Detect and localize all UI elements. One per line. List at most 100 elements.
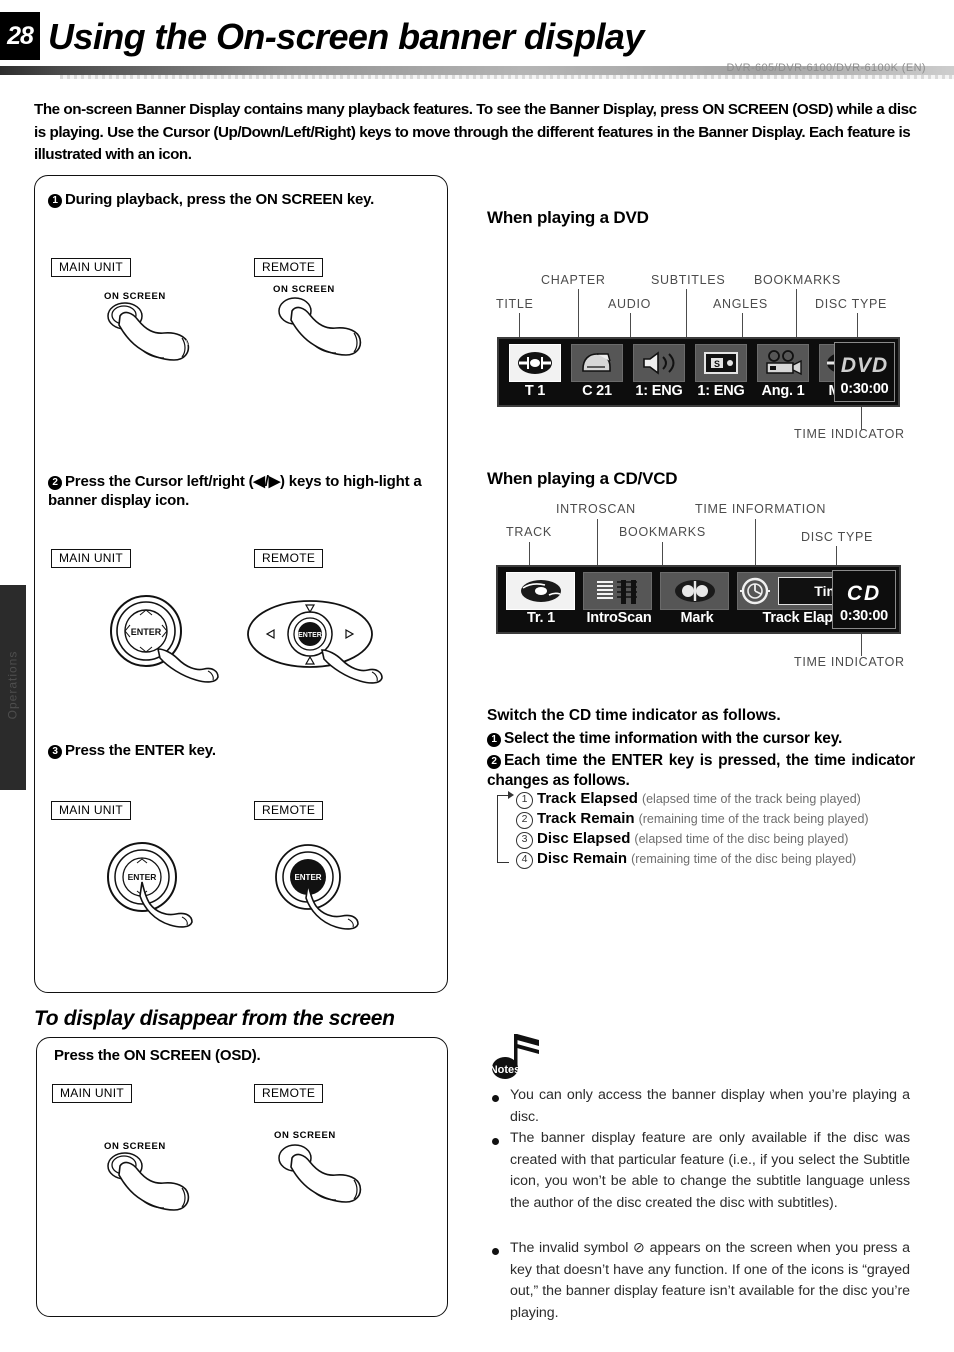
cd-value-introscan: IntroScan [586, 610, 652, 626]
disappear-main-unit-illustration [107, 1152, 190, 1211]
dvd-time-indicator-label: TIME INDICATOR [794, 427, 905, 441]
cd-icon-introscan[interactable] [583, 572, 652, 610]
dvd-value-subtitles: 1: ENG [697, 383, 745, 399]
cd-icon-bookmarks[interactable] [660, 572, 729, 610]
cd-leader-introscan [597, 519, 599, 566]
cycle-item-2: 2 Track Remain (remaining time of the tra… [516, 809, 869, 829]
cd-callout-time-information: TIME INFORMATION [695, 502, 827, 516]
dvd-section-heading: When playing a DVD [487, 208, 649, 227]
cd-callout-track: TRACK [506, 525, 552, 539]
side-tab-label: Operations [5, 650, 20, 720]
cd-callout-introscan: INTROSCAN [556, 502, 636, 516]
dvd-value-title: T 1 [524, 383, 546, 399]
cd-callout-disc-type: DISC TYPE [801, 530, 874, 544]
cd-leader-time-information [755, 519, 757, 566]
svg-text:ENTER: ENTER [298, 632, 322, 639]
dvd-icon-title[interactable] [509, 344, 561, 382]
dvd-callout-title: TITLE [496, 297, 534, 311]
step-2-badge: 2 [48, 476, 62, 490]
dvd-disc-type-panel: DVD 0:30:00 [834, 342, 895, 402]
switch-section-heading: Switch the CD time indicator as follows. [487, 707, 781, 724]
dvd-leader-chapter [578, 289, 580, 338]
page-title: Using the On-screen banner display [48, 16, 644, 57]
dvd-callout-chapter: CHAPTER [541, 273, 606, 287]
cycle-arrow-icon [508, 791, 514, 799]
step-1-title: 1 During playback, press the ON SCREEN ke… [48, 190, 434, 209]
cd-leader-bookmarks [662, 542, 664, 566]
step-3-main-unit-tag: MAIN UNIT [51, 801, 132, 820]
step-1-text: During playback, press the ON SCREEN key… [65, 191, 375, 208]
dvd-icon-angles[interactable] [757, 344, 809, 382]
switch-step-2-text: Each time the ENTER key is pressed, the … [487, 752, 915, 789]
cycle-bracket [497, 795, 509, 863]
cd-value-bookmarks: Mark [680, 610, 714, 626]
cycle-item-4-desc: (remaining time of the disc being played… [631, 852, 857, 866]
disappear-main-unit-tag: MAIN UNIT [52, 1084, 133, 1103]
switch-step-1: 1 Select the time information with the cu… [487, 729, 912, 749]
cycle-item-1-number: 1 [516, 792, 533, 809]
disappear-remote-tag: REMOTE [254, 1084, 324, 1103]
step-3-badge: 3 [48, 745, 62, 759]
cycle-item-4-label: Disc Remain [537, 850, 628, 867]
step-1-badge: 1 [48, 194, 62, 208]
cd-section-heading: When playing a CD/VCD [487, 469, 678, 488]
cycle-item-2-label: Track Remain [537, 810, 635, 827]
cycle-item-3: 3 Disc Elapsed (elapsed time of the disc … [516, 829, 848, 849]
dvd-icon-chapter[interactable] [571, 344, 623, 382]
cd-time-indicator-leader [861, 634, 863, 656]
side-tab: Operations [0, 585, 26, 790]
cd-disc-type-panel: CD 0:30:00 [832, 570, 896, 629]
cycle-item-3-label: Disc Elapsed [537, 830, 631, 847]
dvd-time-value: 0:30:00 [840, 381, 889, 397]
step-2-remote-tag: REMOTE [254, 549, 324, 568]
step-1-remote-illustration [278, 297, 362, 356]
dvd-leader-title [519, 313, 521, 338]
dvd-callout-disc-type: DISC TYPE [815, 297, 888, 311]
page-number: 28 [7, 21, 34, 50]
cd-value-track: Tr. 1 [526, 610, 556, 626]
svg-text:ENTER: ENTER [131, 627, 162, 637]
step-3-text: Press the ENTER key. [65, 742, 216, 759]
cd-callout-bookmarks: BOOKMARKS [619, 525, 706, 539]
dvd-callout-subtitles: SUBTITLES [651, 273, 726, 287]
switch-step-2: 2 Each time the ENTER key is pressed, the… [487, 751, 915, 791]
dvd-callout-angles: ANGLES [713, 297, 768, 311]
step-1-main-unit-illustration [107, 302, 190, 361]
svg-text:ENTER: ENTER [128, 872, 157, 882]
note-bullet-2 [492, 1138, 499, 1145]
cycle-item-3-number: 3 [516, 832, 533, 849]
dvd-callout-audio: AUDIO [608, 297, 652, 311]
step-2-title: 2 Press the Cursor left/right (◀/▶) keys … [48, 472, 434, 510]
notes-music-note-icon: Notes [490, 1034, 539, 1079]
switch-step-2-badge: 2 [487, 755, 501, 769]
dvd-icon-subtitles[interactable]: S [695, 344, 747, 382]
cycle-item-3-desc: (elapsed time of the disc being played) [634, 832, 849, 846]
dvd-leader-bookmarks [796, 289, 798, 338]
cycle-item-1-label: Track Elapsed [537, 790, 638, 807]
dvd-leader-disc-type [857, 313, 859, 338]
cycle-item-4-number: 4 [516, 852, 533, 869]
step-1-main-unit-tag: MAIN UNIT [51, 258, 132, 277]
note-item-1: You can only access the banner display w… [510, 1087, 910, 1125]
cd-icon-track[interactable] [506, 572, 575, 610]
note-item-2: The banner display feature are only avai… [510, 1130, 910, 1211]
intro-paragraph: The on-screen Banner Display contains ma… [34, 101, 917, 163]
step-1-remote-tag: REMOTE [254, 258, 324, 277]
svg-text:S: S [714, 359, 720, 369]
dvd-icon-audio[interactable] [633, 344, 685, 382]
step-2-main-unit-illustration: ENTER [110, 595, 219, 683]
dvd-leader-subtitles [686, 289, 688, 338]
svg-text:ENTER: ENTER [294, 873, 321, 882]
model-number-line: DVR-605/DVR-6100/DVR-6100K (EN) [726, 62, 926, 74]
cycle-item-1: 1 Track Elapsed (elapsed time of the trac… [516, 789, 861, 809]
switch-step-1-text: Select the time information with the cur… [504, 730, 843, 747]
disappear-remote-illustration [278, 1144, 362, 1203]
note-item-3: The invalid symbol ⊘ appears on the scre… [510, 1240, 910, 1321]
cycle-item-4: 4 Disc Remain (remaining time of the disc… [516, 849, 856, 869]
switch-step-1-badge: 1 [487, 733, 501, 747]
cd-leader-track [529, 542, 531, 566]
step-2-text: Press the Cursor left/right (◀/▶) keys t… [48, 473, 422, 509]
header-rule-secondary [60, 75, 954, 79]
dvd-callout-bookmarks: BOOKMARKS [754, 273, 841, 287]
step-2-main-unit-tag: MAIN UNIT [51, 549, 132, 568]
